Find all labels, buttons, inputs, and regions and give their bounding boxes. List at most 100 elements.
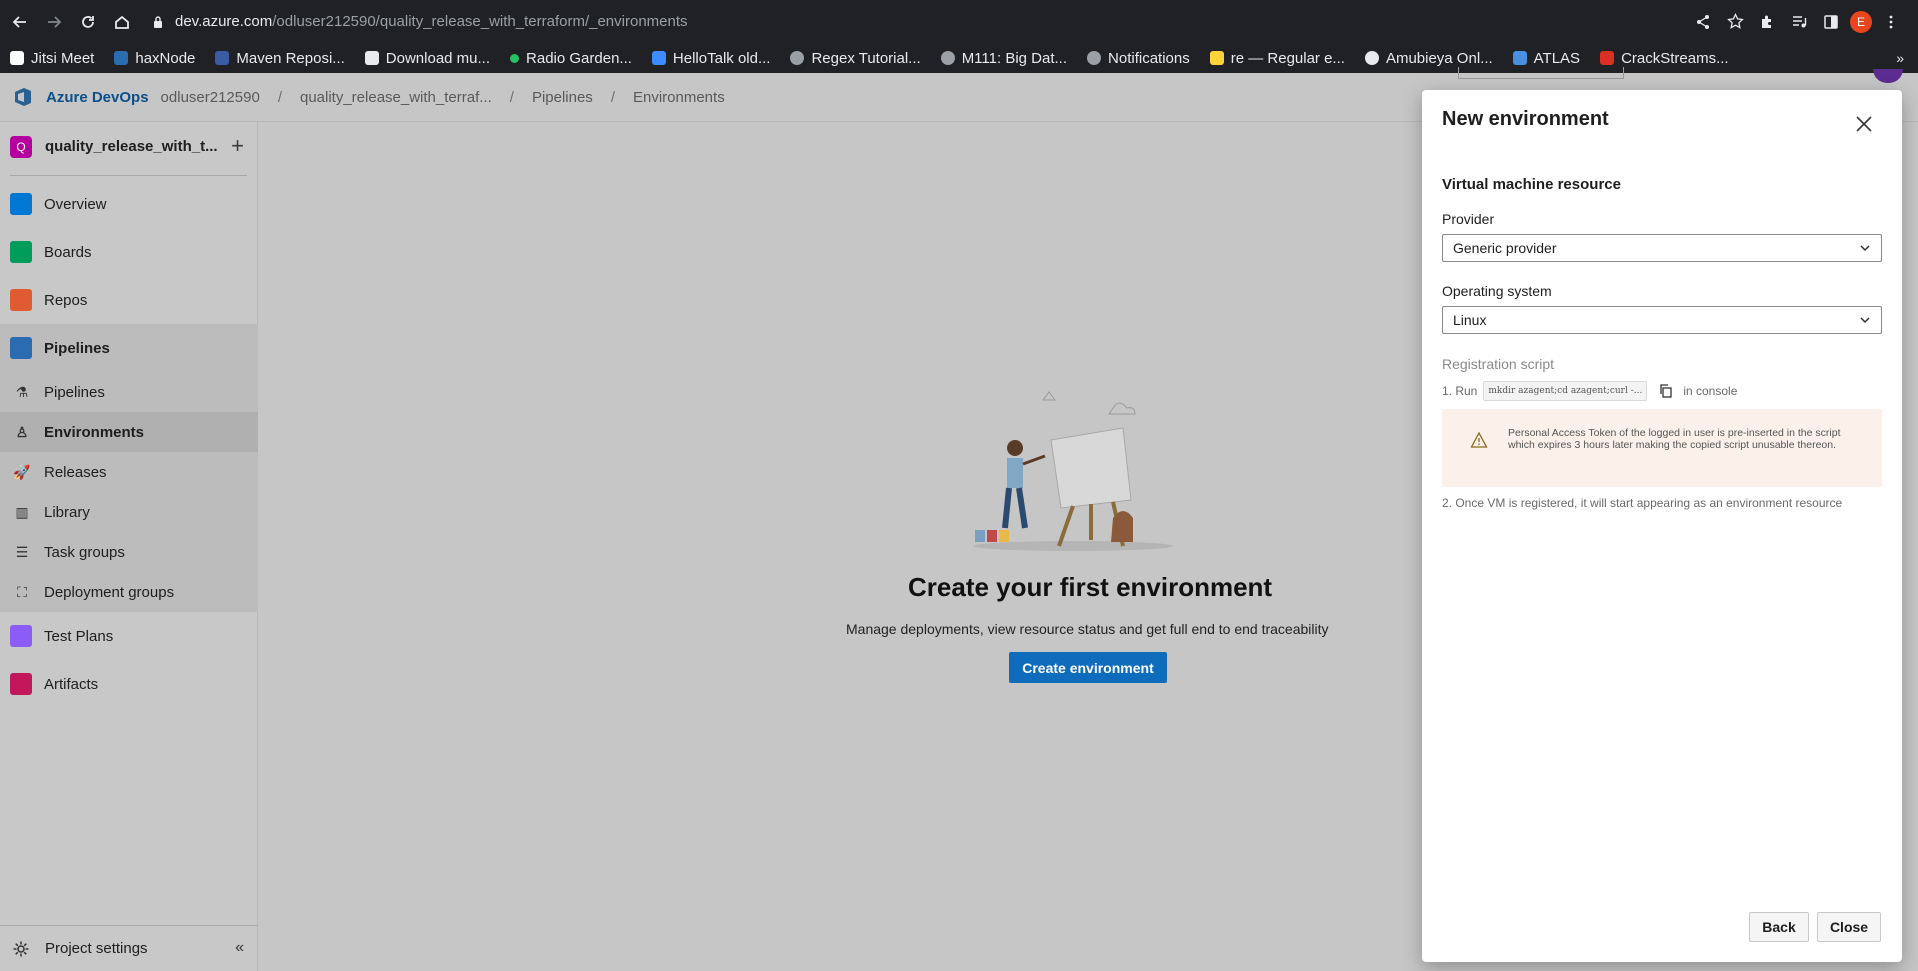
sidebar-subitem-library[interactable]: ▥ Library [0,492,258,532]
bookmark-favicon-icon [215,51,230,65]
breadcrumb-separator: / [610,88,615,106]
script-code[interactable]: mkdir azagent;cd azagent;curl -... [1483,381,1648,401]
sidebar-item-label: Overview [44,195,107,213]
brand-link[interactable]: Azure DevOps [46,89,149,106]
sidebar-item-label: Boards [44,243,92,261]
deployment-groups-icon: ⛶ [17,583,27,600]
os-value: Linux [1453,312,1487,328]
os-label: Operating system [1442,283,1552,299]
azure-devops-logo-icon[interactable] [12,86,34,108]
share-icon[interactable] [1690,9,1716,35]
bookmark[interactable]: Radio Garden... [510,50,632,67]
provider-dropdown[interactable]: Generic provider [1442,234,1882,262]
copy-icon[interactable] [1659,384,1673,398]
sidebar-item-label: Task groups [44,543,125,561]
bookmark-favicon-icon [364,51,379,65]
breadcrumb-project[interactable]: quality_release_with_terraf... [300,89,492,106]
project-settings[interactable]: Project settings « [0,925,258,971]
azure-devops-app: Azure DevOps odluser212590 / quality_rel… [0,67,1918,971]
breadcrumb-pipelines[interactable]: Pipelines [532,89,593,106]
user-avatar[interactable] [1873,69,1903,83]
bookmark[interactable]: Regex Tutorial... [790,50,921,67]
os-dropdown[interactable]: Linux [1442,306,1882,334]
project-settings-label: Project settings [45,940,148,957]
sidepanel-icon[interactable] [1818,9,1844,35]
breadcrumb-separator: / [277,88,282,106]
breadcrumb-environments[interactable]: Environments [633,89,725,106]
step1-suffix: in console [1683,384,1738,398]
bookmarks-bar: Jitsi Meet haxNode Maven Reposi... Downl… [0,43,1918,73]
profile-avatar[interactable]: E [1850,10,1872,33]
project-header[interactable]: Q quality_release_with_t... + [0,122,258,171]
star-icon[interactable] [1722,9,1748,35]
breadcrumb-org[interactable]: odluser212590 [161,89,260,106]
forward-arrow-icon[interactable] [40,8,68,36]
chevron-down-icon [1860,245,1870,252]
sidebar-item-boards[interactable]: Boards [0,228,258,276]
bookmark-favicon-icon [940,51,955,65]
environments-icon: ♙ [15,423,29,440]
bookmark-favicon-icon [510,53,520,63]
search-box[interactable] [1458,67,1624,79]
sidebar-item-overview[interactable]: Overview [0,180,258,228]
bookmark[interactable]: Maven Reposi... [215,50,345,67]
extensions-icon[interactable] [1754,9,1780,35]
bookmark-favicon-icon [1087,51,1102,65]
registration-step-2: 2. Once VM is registered, it will start … [1442,496,1843,510]
repos-icon [10,289,32,311]
sidebar-subitem-pipelines[interactable]: ⚗ Pipelines [0,372,258,412]
sidebar-item-pipelines[interactable]: Pipelines [0,324,258,372]
sidebar-item-test-plans[interactable]: Test Plans [0,612,258,660]
bookmark-favicon-icon [1209,51,1224,65]
back-arrow-icon[interactable] [6,8,34,36]
reload-icon[interactable] [74,8,102,36]
bookmark[interactable]: Amubieya Onl... [1364,50,1493,67]
add-icon[interactable]: + [231,135,244,157]
close-button[interactable]: Close [1817,912,1881,942]
home-icon[interactable] [108,8,136,36]
bookmark-favicon-icon [1512,51,1527,65]
sidebar-item-repos[interactable]: Repos [0,276,258,324]
divider [10,175,247,176]
sidebar-subitem-releases[interactable]: 🚀 Releases [0,452,258,492]
back-button[interactable]: Back [1749,912,1809,942]
bookmark[interactable]: Notifications [1087,50,1190,67]
sidebar-subitem-task-groups[interactable]: ☰ Task groups [0,532,258,572]
close-icon[interactable] [1854,114,1874,134]
bookmark[interactable]: re — Regular e... [1209,50,1345,67]
project-name: quality_release_with_t... [45,138,218,155]
bookmark[interactable]: HelloTalk old... [651,50,770,67]
media-icon[interactable] [1786,9,1812,35]
empty-state-subtitle: Manage deployments, view resource status… [846,621,1329,637]
bookmark-favicon-icon [1600,51,1615,65]
create-environment-button[interactable]: Create environment [1009,652,1167,683]
provider-label: Provider [1442,211,1495,227]
sidebar-item-label: Deployment groups [44,583,175,601]
sidebar-item-label: Test Plans [44,627,114,645]
releases-icon: 🚀 [13,463,31,480]
bookmark[interactable]: ATLAS [1512,50,1580,67]
bookmark[interactable]: Jitsi Meet [10,50,94,67]
bookmark[interactable]: CrackStreams... [1600,50,1729,67]
sidebar-item-label: Repos [44,291,88,309]
artifacts-icon [10,673,32,695]
sidebar-item-label: Pipelines [44,383,105,401]
lock-icon [154,15,162,28]
bookmark[interactable]: haxNode [114,50,195,67]
bookmarks-overflow-button[interactable]: » [1896,50,1904,66]
sidebar-subitem-deployment-groups[interactable]: ⛶ Deployment groups [0,572,258,612]
gear-icon [12,940,30,958]
kebab-menu-icon[interactable] [1878,9,1904,35]
new-environment-panel: New environment Virtual machine resource… [1422,90,1902,962]
library-icon: ▥ [15,503,29,520]
address-bar[interactable]: dev.azure.com/odluser212590/quality_rele… [141,7,1766,36]
sidebar-item-artifacts[interactable]: Artifacts [0,660,258,708]
bookmark-favicon-icon [10,51,24,65]
bookmark[interactable]: M111: Big Dat... [940,50,1067,67]
bookmark[interactable]: Download mu... [364,50,490,67]
pipelines-icon [10,337,32,359]
sidebar-item-label: Artifacts [44,675,99,693]
collapse-sidebar-icon[interactable]: « [235,939,244,957]
sidebar-subitem-environments[interactable]: ♙ Environments [0,412,258,452]
bookmark-favicon-icon [651,51,666,65]
